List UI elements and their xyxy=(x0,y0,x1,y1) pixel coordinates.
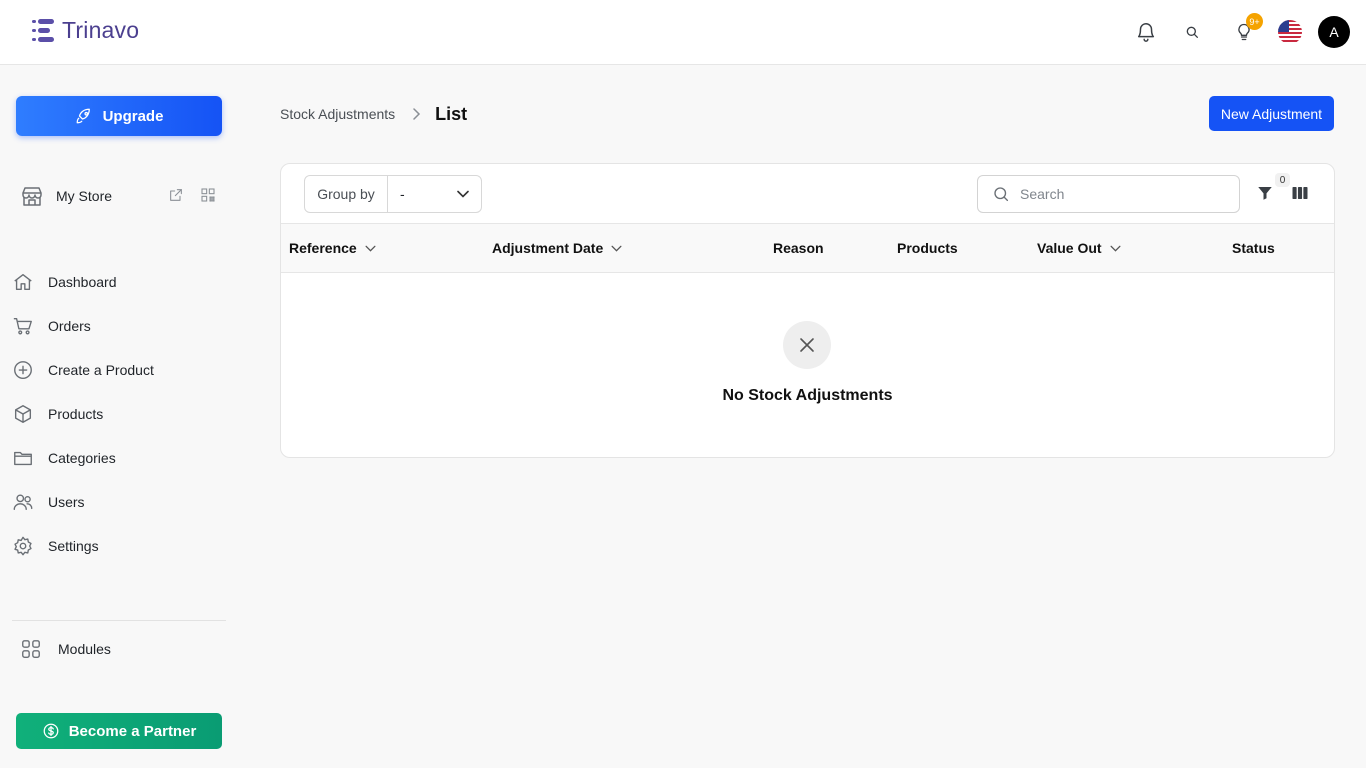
sidebar-item-label: Categories xyxy=(48,450,116,466)
box-icon xyxy=(14,405,32,423)
grid-icon xyxy=(22,640,40,658)
search-field[interactable] xyxy=(977,175,1240,213)
sidebar-item-label: Settings xyxy=(48,538,99,554)
column-label: Adjustment Date xyxy=(492,240,604,256)
group-by-select[interactable]: - xyxy=(388,176,481,212)
bell-icon[interactable] xyxy=(1134,20,1158,44)
filter-count-badge: 0 xyxy=(1275,173,1290,187)
sidebar-item-users[interactable]: Users xyxy=(12,480,226,524)
partner-label: Become a Partner xyxy=(68,722,197,740)
breadcrumb-parent[interactable]: Stock Adjustments xyxy=(280,106,395,122)
page-title: List xyxy=(435,103,468,124)
column-header-reason: Reason xyxy=(773,240,824,256)
column-label: Reference xyxy=(289,240,357,256)
group-by-label: Group by xyxy=(305,176,388,212)
column-label: Products xyxy=(897,240,958,256)
folder-icon xyxy=(14,451,32,466)
top-bar: Trinavo 9+ A xyxy=(0,0,1366,65)
table-header: Reference Adjustment Date Reason Product… xyxy=(281,223,1334,273)
column-header-value-out[interactable]: Value Out xyxy=(1037,240,1121,256)
columns-icon[interactable] xyxy=(1291,184,1309,207)
sidebar-item-products[interactable]: Products xyxy=(12,392,226,436)
upgrade-button[interactable]: Upgrade xyxy=(16,96,222,136)
sidebar-item-label: Dashboard xyxy=(48,274,117,290)
breadcrumb: Stock Adjustments List xyxy=(280,102,467,126)
app-name: Trinavo xyxy=(62,17,140,43)
adjustments-card: Group by - 0 Reference Adjustment Date R… xyxy=(280,163,1335,458)
notification-badge: 9+ xyxy=(1246,13,1263,30)
sidebar-item-label: Users xyxy=(48,494,85,510)
home-icon xyxy=(14,273,32,291)
sidebar-item-label: Create a Product xyxy=(48,362,154,378)
store-row[interactable]: My Store xyxy=(20,184,220,208)
store-label: My Store xyxy=(56,188,113,204)
column-header-status: Status xyxy=(1232,240,1275,256)
sidebar-item-orders[interactable]: Orders xyxy=(12,304,226,348)
avatar[interactable]: A xyxy=(1318,16,1350,48)
sidebar-item-categories[interactable]: Categories xyxy=(12,436,226,480)
column-label: Reason xyxy=(773,240,824,256)
sidebar-divider xyxy=(12,620,226,621)
new-adjustment-button[interactable]: New Adjustment xyxy=(1209,96,1334,131)
store-icon xyxy=(22,187,42,206)
sidebar-item-dashboard[interactable]: Dashboard xyxy=(12,260,226,304)
search-input[interactable] xyxy=(1020,186,1220,202)
external-link-icon[interactable] xyxy=(168,187,184,203)
cart-icon xyxy=(13,317,32,335)
us-flag-icon[interactable] xyxy=(1278,20,1302,44)
app-logo[interactable]: Trinavo xyxy=(32,17,139,44)
gear-icon xyxy=(14,536,32,556)
upgrade-label: Upgrade xyxy=(102,107,164,125)
column-label: Value Out xyxy=(1037,240,1102,256)
column-header-reference[interactable]: Reference xyxy=(289,240,376,256)
logo-icon xyxy=(32,18,54,42)
modules-label: Modules xyxy=(58,641,111,657)
dollar-circle-icon xyxy=(43,723,59,739)
group-by-value: - xyxy=(400,186,405,202)
users-icon xyxy=(13,494,33,511)
empty-state-message: No Stock Adjustments xyxy=(722,387,893,404)
sidebar-item-label: Products xyxy=(48,406,104,422)
chevron-down-icon xyxy=(457,190,469,198)
sidebar-item-settings[interactable]: Settings xyxy=(12,524,226,568)
chevron-right-icon xyxy=(411,108,421,120)
sidebar-nav: Dashboard Orders Create a Product Produc… xyxy=(12,260,226,568)
filter-icon[interactable] xyxy=(1256,184,1274,207)
group-by-control[interactable]: Group by - xyxy=(304,175,482,213)
become-partner-button[interactable]: Become a Partner xyxy=(16,713,222,749)
column-header-adjustment-date[interactable]: Adjustment Date xyxy=(492,240,622,256)
qr-code-icon[interactable] xyxy=(200,187,216,203)
sidebar-item-label: Orders xyxy=(48,318,91,334)
search-icon[interactable] xyxy=(1180,20,1204,44)
chevron-down-icon xyxy=(365,245,376,252)
chevron-down-icon xyxy=(611,245,622,252)
plus-circle-icon xyxy=(14,361,32,379)
close-icon xyxy=(783,321,831,369)
column-label: Status xyxy=(1232,240,1275,256)
search-icon xyxy=(994,187,1009,202)
rocket-icon xyxy=(76,108,90,124)
chevron-down-icon xyxy=(1110,245,1121,252)
sidebar-item-modules[interactable]: Modules xyxy=(20,637,111,661)
sidebar-item-create-product[interactable]: Create a Product xyxy=(12,348,226,392)
column-header-products: Products xyxy=(897,240,958,256)
